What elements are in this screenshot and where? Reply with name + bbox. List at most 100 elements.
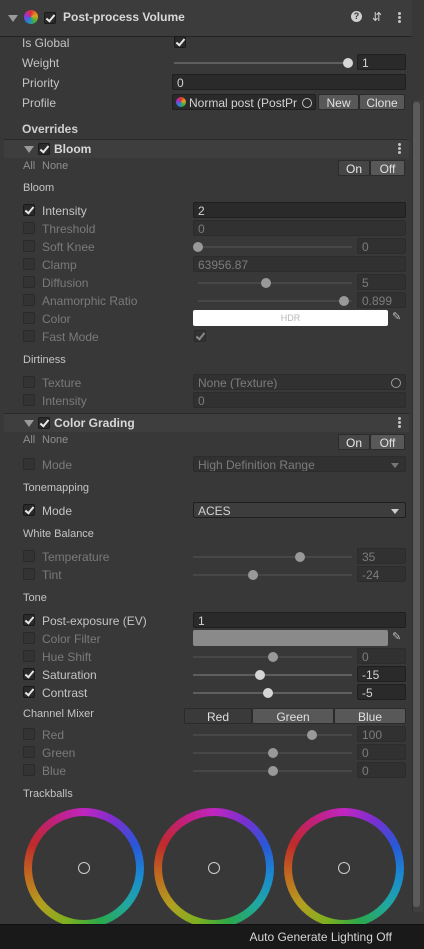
soft-knee-checkbox[interactable] bbox=[23, 240, 35, 252]
scrollbar-thumb[interactable] bbox=[413, 102, 420, 907]
grading-mode-checkbox[interactable] bbox=[23, 458, 35, 470]
post-exposure-field[interactable]: 1 bbox=[193, 612, 406, 628]
mixer-red-checkbox[interactable] bbox=[23, 728, 35, 740]
grading-mode-dropdown[interactable]: High Definition Range bbox=[193, 456, 406, 472]
eyedropper-icon[interactable]: ✎ bbox=[392, 310, 401, 323]
grading-none-link[interactable]: None bbox=[42, 434, 68, 446]
temperature-track[interactable] bbox=[193, 556, 352, 558]
contrast-knob[interactable] bbox=[262, 688, 273, 698]
tint-checkbox[interactable] bbox=[23, 568, 35, 580]
bloom-menu-icon[interactable] bbox=[398, 143, 401, 146]
bloom-header[interactable]: Bloom bbox=[4, 139, 409, 158]
grading-foldout-icon[interactable] bbox=[24, 420, 34, 427]
presets-icon[interactable]: ⇵ bbox=[372, 10, 382, 24]
contrast-field[interactable]: -5 bbox=[357, 684, 406, 700]
mixer-green-field[interactable]: 0 bbox=[357, 744, 406, 760]
anamorphic-field[interactable]: 0.899 bbox=[357, 292, 406, 308]
help-icon[interactable]: ? bbox=[351, 11, 362, 22]
clone-profile-button[interactable]: Clone bbox=[359, 94, 405, 110]
bloom-color-swatch[interactable]: HDR bbox=[193, 310, 388, 326]
foldout-arrow-icon[interactable] bbox=[8, 15, 18, 22]
mixer-tab-green[interactable]: Green bbox=[252, 708, 334, 724]
profile-field[interactable]: Normal post (PostPr bbox=[172, 94, 316, 110]
color-filter-checkbox[interactable] bbox=[23, 632, 35, 644]
bloom-none-link[interactable]: None bbox=[42, 160, 68, 172]
hue-shift-checkbox[interactable] bbox=[23, 650, 35, 662]
color-filter-swatch[interactable] bbox=[193, 630, 388, 646]
mixer-green-knob[interactable] bbox=[267, 748, 278, 758]
soft-knee-knob[interactable] bbox=[193, 242, 203, 252]
component-enabled-checkbox[interactable] bbox=[44, 12, 56, 24]
grading-enabled-checkbox[interactable] bbox=[38, 417, 50, 429]
temperature-checkbox[interactable] bbox=[23, 550, 35, 562]
mixer-red-field[interactable]: 100 bbox=[357, 726, 406, 742]
threshold-checkbox[interactable] bbox=[23, 222, 35, 234]
weight-field[interactable]: 1 bbox=[357, 54, 406, 70]
grading-off-button[interactable]: Off bbox=[370, 434, 405, 450]
grading-on-button[interactable]: On bbox=[338, 434, 370, 450]
more-menu-icon[interactable] bbox=[398, 12, 401, 15]
temperature-field[interactable]: 35 bbox=[357, 548, 406, 564]
mixer-blue-checkbox[interactable] bbox=[23, 764, 35, 776]
tint-track[interactable] bbox=[193, 574, 352, 576]
saturation-track[interactable] bbox=[193, 674, 352, 676]
intensity-checkbox[interactable] bbox=[23, 204, 35, 216]
color-grading-header[interactable]: Color Grading bbox=[4, 413, 409, 432]
hue-shift-field[interactable]: 0 bbox=[357, 648, 406, 664]
tint-field[interactable]: -24 bbox=[357, 566, 406, 582]
temperature-knob[interactable] bbox=[294, 552, 305, 562]
tint-knob[interactable] bbox=[248, 570, 259, 580]
diffusion-field[interactable]: 5 bbox=[357, 274, 406, 290]
fast-mode-value-checkbox[interactable] bbox=[194, 330, 206, 342]
texture-checkbox[interactable] bbox=[23, 376, 35, 388]
mixer-red-knob[interactable] bbox=[307, 730, 318, 740]
mixer-blue-field[interactable]: 0 bbox=[357, 762, 406, 778]
mixer-red-track[interactable] bbox=[193, 734, 352, 736]
grading-all-link[interactable]: All bbox=[23, 434, 35, 446]
anamorphic-checkbox[interactable] bbox=[23, 294, 35, 306]
threshold-field[interactable]: 0 bbox=[193, 220, 406, 236]
saturation-knob[interactable] bbox=[254, 670, 265, 680]
texture-field[interactable]: None (Texture) bbox=[193, 374, 406, 390]
saturation-checkbox[interactable] bbox=[23, 668, 35, 680]
diffusion-knob[interactable] bbox=[260, 278, 271, 288]
trackball-lift-cursor[interactable] bbox=[78, 862, 90, 874]
mixer-tab-blue[interactable]: Blue bbox=[334, 708, 406, 724]
is-global-checkbox[interactable] bbox=[174, 36, 186, 48]
post-exposure-checkbox[interactable] bbox=[23, 614, 35, 626]
mixer-tab-red[interactable]: Red bbox=[184, 708, 252, 724]
color-filter-eyedropper-icon[interactable]: ✎ bbox=[392, 630, 401, 643]
diffusion-checkbox[interactable] bbox=[23, 276, 35, 288]
fast-mode-checkbox[interactable] bbox=[23, 330, 35, 342]
tonemapping-checkbox[interactable] bbox=[23, 504, 35, 516]
weight-slider-knob[interactable] bbox=[343, 58, 353, 68]
anamorphic-knob[interactable] bbox=[339, 296, 350, 306]
diffusion-track[interactable] bbox=[198, 282, 352, 284]
new-profile-button[interactable]: New bbox=[318, 94, 359, 110]
soft-knee-field[interactable]: 0 bbox=[357, 238, 406, 254]
dirt-intensity-field[interactable]: 0 bbox=[193, 392, 406, 408]
saturation-field[interactable]: -15 bbox=[357, 666, 406, 682]
mixer-green-checkbox[interactable] bbox=[23, 746, 35, 758]
contrast-checkbox[interactable] bbox=[23, 686, 35, 698]
color-checkbox[interactable] bbox=[23, 312, 35, 324]
intensity-field[interactable]: 2 bbox=[193, 202, 406, 218]
object-picker-icon[interactable] bbox=[302, 98, 312, 108]
dirt-intensity-checkbox[interactable] bbox=[23, 394, 35, 406]
bloom-all-link[interactable]: All bbox=[23, 160, 35, 172]
trackball-gain-cursor[interactable] bbox=[338, 862, 350, 874]
clamp-checkbox[interactable] bbox=[23, 258, 35, 270]
bloom-enabled-checkbox[interactable] bbox=[38, 143, 50, 155]
texture-picker-icon[interactable] bbox=[391, 378, 401, 388]
bloom-off-button[interactable]: Off bbox=[370, 160, 405, 176]
mixer-blue-knob[interactable] bbox=[267, 766, 278, 776]
weight-slider-track[interactable] bbox=[174, 62, 348, 64]
grading-menu-icon[interactable] bbox=[398, 417, 401, 420]
trackball-gamma-cursor[interactable] bbox=[208, 862, 220, 874]
hue-shift-knob[interactable] bbox=[267, 652, 278, 662]
anamorphic-track[interactable] bbox=[198, 300, 352, 302]
bloom-on-button[interactable]: On bbox=[338, 160, 370, 176]
bloom-foldout-icon[interactable] bbox=[24, 146, 34, 153]
clamp-field[interactable]: 63956.87 bbox=[193, 256, 406, 272]
tonemapping-dropdown[interactable]: ACES bbox=[193, 502, 406, 518]
